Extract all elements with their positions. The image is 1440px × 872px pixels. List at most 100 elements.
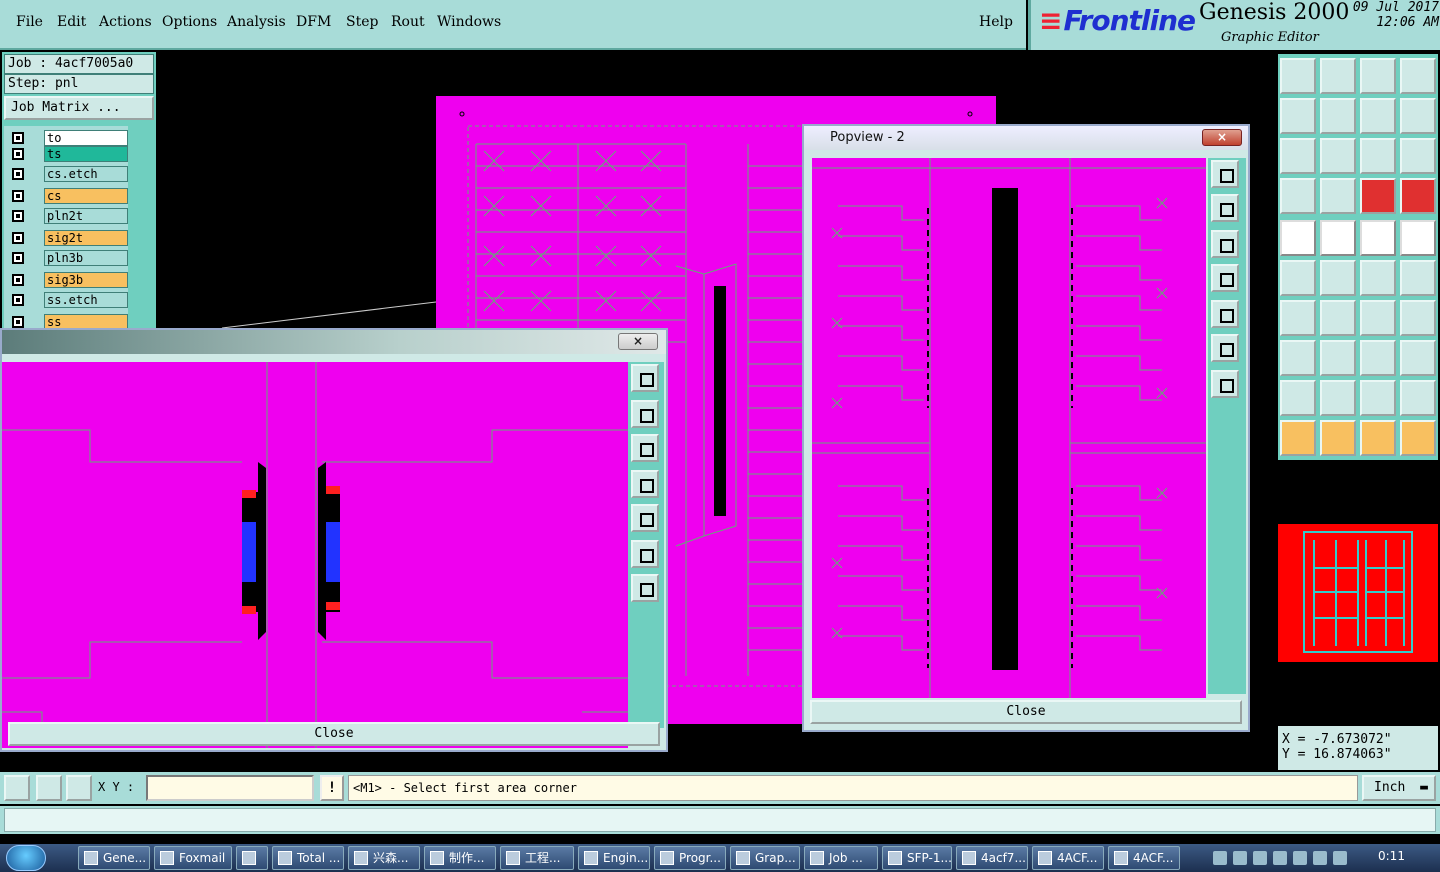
overview-minimap[interactable] xyxy=(1278,524,1438,662)
tray-icon[interactable] xyxy=(1213,851,1227,865)
help-icon[interactable] xyxy=(1400,138,1436,174)
popview-1-close-icon[interactable]: × xyxy=(618,333,658,350)
pad-icon[interactable] xyxy=(1280,220,1316,256)
layer-name[interactable]: to xyxy=(44,130,128,146)
layer-checkbox[interactable] xyxy=(12,132,24,144)
taskbar-item[interactable]: Gene... xyxy=(78,846,150,870)
pan-left-icon[interactable] xyxy=(631,470,659,498)
clock[interactable]: 0:11 xyxy=(1378,849,1405,863)
menu-rout[interactable]: Rout xyxy=(391,14,425,30)
arc-icon[interactable] xyxy=(1320,380,1356,416)
layer-row[interactable]: sig2t xyxy=(6,230,128,246)
menu-windows[interactable]: Windows xyxy=(437,14,501,30)
pad-add-icon[interactable] xyxy=(1280,340,1316,376)
taskbar-item[interactable]: 工程... xyxy=(500,846,574,870)
select-arrow-box-icon[interactable] xyxy=(1320,420,1356,456)
menu-file[interactable]: File xyxy=(16,14,43,30)
measure-icon[interactable] xyxy=(1360,340,1396,376)
tray-icon[interactable] xyxy=(1293,851,1307,865)
pan-up-icon[interactable] xyxy=(1211,194,1239,222)
layer-name[interactable]: ss.etch xyxy=(44,292,128,308)
scale-1-2-icon[interactable] xyxy=(1360,138,1396,174)
angle-icon[interactable] xyxy=(36,775,62,801)
layer-name[interactable]: sig3b xyxy=(44,272,128,288)
layer-row[interactable]: cs xyxy=(6,188,128,204)
snap-icon[interactable] xyxy=(4,775,30,801)
features-icon[interactable] xyxy=(1400,300,1436,336)
layer-highlight-icon[interactable] xyxy=(1360,178,1396,214)
warning-button[interactable]: ! xyxy=(320,775,344,801)
layer-checkbox[interactable] xyxy=(12,232,24,244)
taskbar-item[interactable]: 兴森... xyxy=(348,846,420,870)
arc-edit-icon[interactable] xyxy=(1360,380,1396,416)
tray-icon[interactable] xyxy=(1253,851,1267,865)
triangle-bar-icon[interactable] xyxy=(1400,380,1436,416)
tray-icon[interactable] xyxy=(1233,851,1247,865)
taskbar-item[interactable] xyxy=(236,846,268,870)
select-arrow-circle-icon[interactable] xyxy=(1360,420,1396,456)
menu-options[interactable]: Options xyxy=(162,14,217,30)
segment-icon[interactable] xyxy=(1320,340,1356,376)
triangle-icon[interactable] xyxy=(1280,380,1316,416)
zoom-out-icon[interactable] xyxy=(1211,370,1239,398)
layer-checkbox[interactable] xyxy=(12,210,24,222)
zoom-fit-icon[interactable] xyxy=(1211,160,1239,188)
layer-row[interactable]: pln2t xyxy=(6,208,128,224)
zoom-in-icon[interactable] xyxy=(631,540,659,568)
route-icon[interactable] xyxy=(1400,260,1436,296)
layer-checkbox[interactable] xyxy=(12,148,24,160)
layer-row[interactable]: to xyxy=(6,130,128,146)
taskbar-item[interactable]: 4ACF... xyxy=(1032,846,1104,870)
home-icon[interactable] xyxy=(1360,58,1396,94)
line-edit-icon[interactable] xyxy=(1320,300,1356,336)
tray-icon[interactable] xyxy=(1333,851,1347,865)
xy-input[interactable] xyxy=(146,775,314,801)
layer-row[interactable]: cs.etch xyxy=(6,166,128,182)
pen-tool-icon[interactable] xyxy=(1280,178,1316,214)
menu-help[interactable]: Help xyxy=(979,14,1013,30)
layer-checkbox[interactable] xyxy=(12,294,24,306)
layer-row[interactable]: sig3b xyxy=(6,272,128,288)
popview-1-canvas[interactable] xyxy=(2,362,628,748)
taskbar-item[interactable]: Progr... xyxy=(654,846,726,870)
grid-toggle-icon[interactable] xyxy=(1320,178,1356,214)
connect-icon[interactable] xyxy=(1360,260,1396,296)
taskbar-item[interactable]: Foxmail xyxy=(154,846,232,870)
ruler-icon[interactable] xyxy=(1360,220,1396,256)
layer-checkbox[interactable] xyxy=(12,274,24,286)
taskbar-item[interactable]: Engin... xyxy=(578,846,650,870)
zoom-fit-icon[interactable] xyxy=(631,364,659,392)
zoom-in-icon[interactable] xyxy=(1211,334,1239,362)
layer-checkbox[interactable] xyxy=(12,190,24,202)
menu-edit[interactable]: Edit xyxy=(57,14,86,30)
popview-2-close-button[interactable]: Close xyxy=(810,700,1242,724)
select-arrow-icon[interactable] xyxy=(1280,420,1316,456)
tray-icon[interactable] xyxy=(1313,851,1327,865)
layer-checkbox[interactable] xyxy=(12,316,24,328)
grid-icon[interactable] xyxy=(66,775,92,801)
menu-step[interactable]: Step xyxy=(346,14,378,30)
job-matrix-button[interactable]: Job Matrix ... xyxy=(4,96,154,120)
zoom-fit-icon[interactable] xyxy=(1280,138,1316,174)
split-view-icon[interactable] xyxy=(1400,58,1436,94)
shape-icon[interactable] xyxy=(1400,340,1436,376)
tray-icon[interactable] xyxy=(1273,851,1287,865)
line-icon[interactable] xyxy=(1280,300,1316,336)
layer-name[interactable]: cs.etch xyxy=(44,166,128,182)
pan-down-icon[interactable] xyxy=(1211,230,1239,258)
mirror-icon[interactable] xyxy=(1360,98,1396,134)
zoom-center-icon[interactable] xyxy=(1320,138,1356,174)
pan-right-icon[interactable] xyxy=(631,504,659,532)
circle-icon[interactable] xyxy=(1400,220,1436,256)
select-route-icon[interactable] xyxy=(1400,420,1436,456)
pan-left-icon[interactable] xyxy=(1280,98,1316,134)
taskbar-item[interactable]: 4ACF... xyxy=(1108,846,1180,870)
pan-right-icon[interactable] xyxy=(1211,300,1239,328)
popview-1-close-button[interactable]: Close xyxy=(8,722,660,746)
pan-up-icon[interactable] xyxy=(631,400,659,428)
start-button-icon[interactable] xyxy=(6,845,46,871)
pan-right-icon[interactable] xyxy=(1320,98,1356,134)
taskbar-item[interactable]: SFP-1... xyxy=(882,846,952,870)
pan-down-icon[interactable] xyxy=(1320,58,1356,94)
fill-icon[interactable] xyxy=(1320,220,1356,256)
